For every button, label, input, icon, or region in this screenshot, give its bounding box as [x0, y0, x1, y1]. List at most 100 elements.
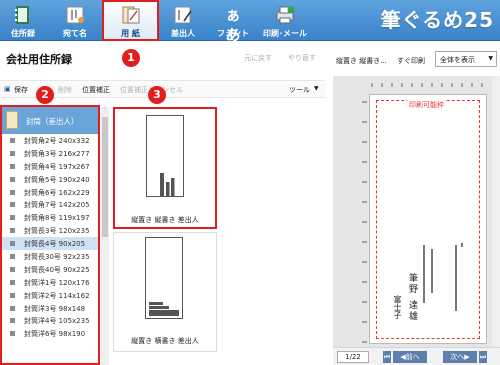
- bullet-icon: [10, 202, 15, 208]
- address-book-button[interactable]: 住所録: [0, 0, 46, 41]
- bullet-icon: [10, 138, 15, 143]
- list-item[interactable]: 封筒角6号 162x229: [2, 186, 98, 199]
- save-button[interactable]: 保存: [14, 85, 28, 95]
- font-icon: ぁあ: [225, 6, 241, 44]
- envelope-list-header[interactable]: 封筒（差出人）: [2, 107, 98, 134]
- bullet-icon: [10, 163, 15, 169]
- print-mail-label: 印刷･メール: [263, 29, 307, 38]
- layout-card-vertical[interactable]: 縦置き 縦書き 差出人: [113, 107, 217, 229]
- printer-icon: [276, 6, 295, 24]
- position-adjust-button[interactable]: 位置補正: [82, 85, 110, 95]
- next-page-label: 次へ: [450, 353, 465, 361]
- list-item[interactable]: 封筒角7号 142x205: [2, 198, 98, 211]
- sender-address-lines: [423, 243, 463, 311]
- list-item[interactable]: 封筒洋3号 98x148: [2, 302, 98, 315]
- paper-thumbnail: [146, 115, 184, 197]
- bullet-icon: [10, 176, 15, 182]
- addressee-button[interactable]: 宛て名: [52, 0, 98, 41]
- delete-button[interactable]: 削除: [58, 85, 72, 95]
- envelope-preview: 印刷可能枠 筆野 達雄 富士子: [369, 94, 487, 344]
- redo-button[interactable]: やり直す: [288, 53, 316, 63]
- bullet-icon: [10, 241, 15, 247]
- font-button[interactable]: ぁあ フォント: [210, 0, 256, 44]
- list-item[interactable]: 封筒長3号 120x235: [2, 224, 98, 237]
- list-item[interactable]: 封筒角4号 197x267: [2, 160, 98, 173]
- tools-menu[interactable]: ツール: [289, 85, 310, 95]
- undo-button[interactable]: 元に戻す: [244, 53, 272, 63]
- list-item-label: 封筒長4号 90x205: [24, 240, 86, 249]
- list-item[interactable]: 封筒洋6号 98x190: [2, 327, 98, 340]
- list-item[interactable]: 封筒角3号 216x277: [2, 147, 98, 160]
- list-item-selected[interactable]: 封筒長4号 90x205: [2, 237, 98, 251]
- sender-label: 差出人: [171, 29, 195, 38]
- horizontal-ruler: [371, 83, 483, 87]
- list-item-label: 封筒長3号 120x235: [24, 227, 90, 236]
- list-item[interactable]: 封筒角5号 190x240: [2, 173, 98, 186]
- list-item-label: 封筒洋6号 98x190: [24, 330, 86, 339]
- preview-footer: 1/22 ⏮ ◀前へ 次へ▶ ⏭: [333, 347, 500, 365]
- address-book-icon: [15, 6, 29, 24]
- badge-2: 2: [36, 86, 54, 104]
- list-item-label: 封筒角5号 190x240: [24, 175, 90, 184]
- bullet-icon: [10, 228, 15, 234]
- scrollbar-thumb[interactable]: [102, 117, 108, 237]
- preview-scrollbar[interactable]: [492, 76, 500, 347]
- list-item-label: 封筒角2号 240x332: [24, 137, 90, 145]
- badge-3: 3: [148, 86, 166, 104]
- address-book-label: 住所録: [11, 29, 35, 38]
- layout-card-horizontal[interactable]: 縦置き 横書き 差出人: [113, 232, 217, 352]
- list-item-label: 封筒洋4号 105x235: [24, 317, 90, 326]
- view-select[interactable]: 全体を表示 ▼: [435, 51, 497, 67]
- bullet-icon: [10, 266, 15, 272]
- sender-button[interactable]: 差出人: [160, 0, 206, 41]
- badge-1: 1: [122, 49, 140, 67]
- sender-name-2: 富士子: [393, 295, 402, 319]
- quick-print-button[interactable]: すぐ印刷: [397, 56, 425, 66]
- print-mail-button[interactable]: 印刷･メール: [258, 0, 312, 41]
- list-item[interactable]: 封筒洋2号 114x162: [2, 289, 98, 302]
- list-item-label: 封筒洋3号 98x148: [24, 304, 86, 313]
- list-item[interactable]: 封筒洋4号 105x235: [2, 314, 98, 327]
- list-item[interactable]: 封筒角8号 119x197: [2, 211, 98, 224]
- bullet-icon: [10, 254, 15, 260]
- page-indicator[interactable]: 1/22: [337, 351, 369, 363]
- sender-icon: [174, 6, 192, 24]
- list-item-label: 封筒洋2号 114x162: [24, 291, 90, 300]
- vertical-text-thumbnail-icon: [160, 173, 175, 196]
- view-select-value: 全体を表示: [440, 56, 475, 64]
- list-item[interactable]: 封筒長30号 92x235: [2, 250, 98, 263]
- preview-header: 縦置き 縦書き... すぐ印刷 全体を表示 ▼: [333, 47, 500, 73]
- bullet-icon: [10, 305, 15, 311]
- list-item-label: 封筒長40号 90x225: [24, 265, 90, 274]
- layout-card-label: 縦置き 横書き 差出人: [131, 337, 199, 345]
- list-item[interactable]: 封筒長40号 90x225: [2, 263, 98, 276]
- chevron-down-icon: ▼: [488, 55, 493, 62]
- list-item-label: 封筒角7号 142x205: [24, 201, 90, 210]
- bullet-icon: [10, 279, 15, 285]
- save-icon[interactable]: ▣: [4, 85, 11, 93]
- list-item[interactable]: 封筒角2号 240x332: [2, 134, 98, 147]
- next-page-button[interactable]: 次へ▶: [443, 351, 477, 363]
- page-title: 会社用住所録: [6, 53, 72, 66]
- font-label: フォント: [217, 29, 249, 38]
- print-area-label: 印刷可能枠: [407, 100, 446, 110]
- layout-card-label: 縦置き 縦書き 差出人: [131, 216, 199, 224]
- horizontal-text-thumbnail-icon: [149, 302, 179, 316]
- bullet-icon: [10, 189, 15, 195]
- list-item-label: 封筒角6号 162x229: [24, 188, 90, 197]
- addressee-label: 宛て名: [63, 29, 87, 38]
- tools-dropdown-icon[interactable]: ▼: [314, 85, 319, 92]
- first-page-button[interactable]: ⏮: [383, 351, 391, 363]
- paper-highlight: [102, 0, 159, 41]
- prev-page-button[interactable]: ◀前へ: [393, 351, 427, 363]
- vertical-ruler: [362, 101, 367, 343]
- bullet-icon: [10, 331, 15, 337]
- list-item-label: 封筒洋1号 120x176: [24, 278, 90, 287]
- prev-page-label: 前へ: [405, 353, 420, 361]
- last-page-button[interactable]: ⏭: [479, 351, 487, 363]
- bullet-icon: [10, 150, 15, 156]
- envelope-list-scrollbar[interactable]: [101, 107, 109, 365]
- bullet-icon: [10, 215, 15, 221]
- preview-title: 縦置き 縦書き...: [336, 57, 387, 65]
- list-item[interactable]: 封筒洋1号 120x176: [2, 276, 98, 289]
